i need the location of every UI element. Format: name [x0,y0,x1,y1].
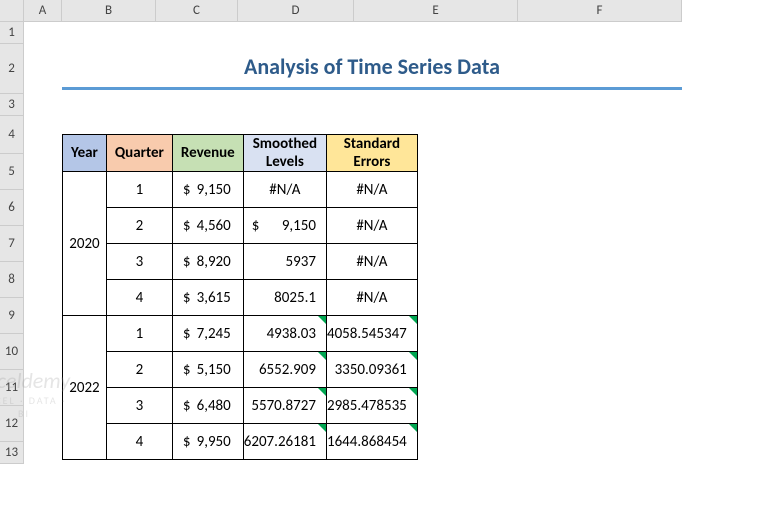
page-title: Analysis of Time Series Data [244,53,500,80]
table-row: 2$4,560$9,150#N/A [63,208,418,244]
quarter-cell[interactable]: 2 [106,352,172,388]
col-header-b[interactable]: B [62,0,156,22]
quarter-cell[interactable]: 3 [106,388,172,424]
error-cell[interactable]: #N/A [326,280,417,316]
error-cell[interactable]: 2985.478535 [326,388,417,424]
row-header-9[interactable]: 9 [0,298,24,334]
smoothed-cell[interactable]: #N/A [243,172,326,208]
revenue-cell[interactable]: $4,560 [172,208,243,244]
revenue-cell[interactable]: $6,480 [172,388,243,424]
header-year[interactable]: Year [63,135,107,172]
revenue-cell[interactable]: $3,615 [172,280,243,316]
year-cell[interactable]: 2022 [63,316,107,460]
quarter-cell[interactable]: 4 [106,424,172,460]
row-header-3[interactable]: 3 [0,94,24,116]
revenue-cell[interactable]: $9,950 [172,424,243,460]
smoothed-cell[interactable]: 4938.03 [243,316,326,352]
row-header-8[interactable]: 8 [0,262,24,298]
revenue-cell[interactable]: $9,150 [172,172,243,208]
smoothed-cell[interactable]: 6552.909 [243,352,326,388]
error-cell[interactable]: 1644.868454 [326,424,417,460]
error-cell[interactable]: #N/A [326,244,417,280]
row-header-5[interactable]: 5 [0,154,24,190]
table-row: 20221$7,2454938.034058.545347 [63,316,418,352]
grid-corner[interactable] [0,0,24,22]
header-quarter[interactable]: Quarter [106,135,172,172]
row-header-10[interactable]: 10 [0,334,24,370]
row-header-11[interactable]: 11 [0,370,24,406]
col-header-f[interactable]: F [518,0,682,22]
col-header-a[interactable]: A [24,0,62,22]
table-row: 20201$9,150#N/A#N/A [63,172,418,208]
revenue-cell[interactable]: $5,150 [172,352,243,388]
year-cell[interactable]: 2020 [63,172,107,316]
row-header-13[interactable]: 13 [0,442,24,464]
table-row: 3$8,9205937#N/A [63,244,418,280]
quarter-cell[interactable]: 1 [106,172,172,208]
error-cell[interactable]: 3350.09361 [326,352,417,388]
error-cell[interactable]: #N/A [326,208,417,244]
revenue-cell[interactable]: $7,245 [172,316,243,352]
table-row: 3$6,4805570.87272985.478535 [63,388,418,424]
revenue-cell[interactable]: $8,920 [172,244,243,280]
quarter-cell[interactable]: 1 [106,316,172,352]
header-smoothed[interactable]: Smoothed Levels [243,135,326,172]
row-headers: 12345678910111213 [0,22,24,464]
col-header-d[interactable]: D [238,0,354,22]
smoothed-cell[interactable]: 6207.26181 [243,424,326,460]
error-cell[interactable]: 4058.545347 [326,316,417,352]
row-header-6[interactable]: 6 [0,190,24,226]
row-header-12[interactable]: 12 [0,406,24,442]
quarter-cell[interactable]: 4 [106,280,172,316]
smoothed-cell[interactable]: 5570.8727 [243,388,326,424]
row-header-4[interactable]: 4 [0,116,24,154]
smoothed-cell[interactable]: $9,150 [243,208,326,244]
quarter-cell[interactable]: 3 [106,244,172,280]
spreadsheet-grid: A B C D E F [0,0,767,22]
header-revenue[interactable]: Revenue [172,135,243,172]
table-row: 2$5,1506552.9093350.09361 [63,352,418,388]
data-table: Year Quarter Revenue Smoothed Levels Sta… [62,134,418,460]
table-header-row: Year Quarter Revenue Smoothed Levels Sta… [63,135,418,172]
header-errors[interactable]: Standard Errors [326,135,417,172]
error-cell[interactable]: #N/A [326,172,417,208]
table-row: 4$9,9506207.261811644.868454 [63,424,418,460]
smoothed-cell[interactable]: 5937 [243,244,326,280]
col-header-e[interactable]: E [354,0,518,22]
col-header-c[interactable]: C [156,0,238,22]
quarter-cell[interactable]: 2 [106,208,172,244]
table-row: 4$3,6158025.1#N/A [63,280,418,316]
row-header-1[interactable]: 1 [0,22,24,44]
smoothed-cell[interactable]: 8025.1 [243,280,326,316]
title-bar: Analysis of Time Series Data [62,46,682,90]
row-header-2[interactable]: 2 [0,44,24,94]
row-header-7[interactable]: 7 [0,226,24,262]
